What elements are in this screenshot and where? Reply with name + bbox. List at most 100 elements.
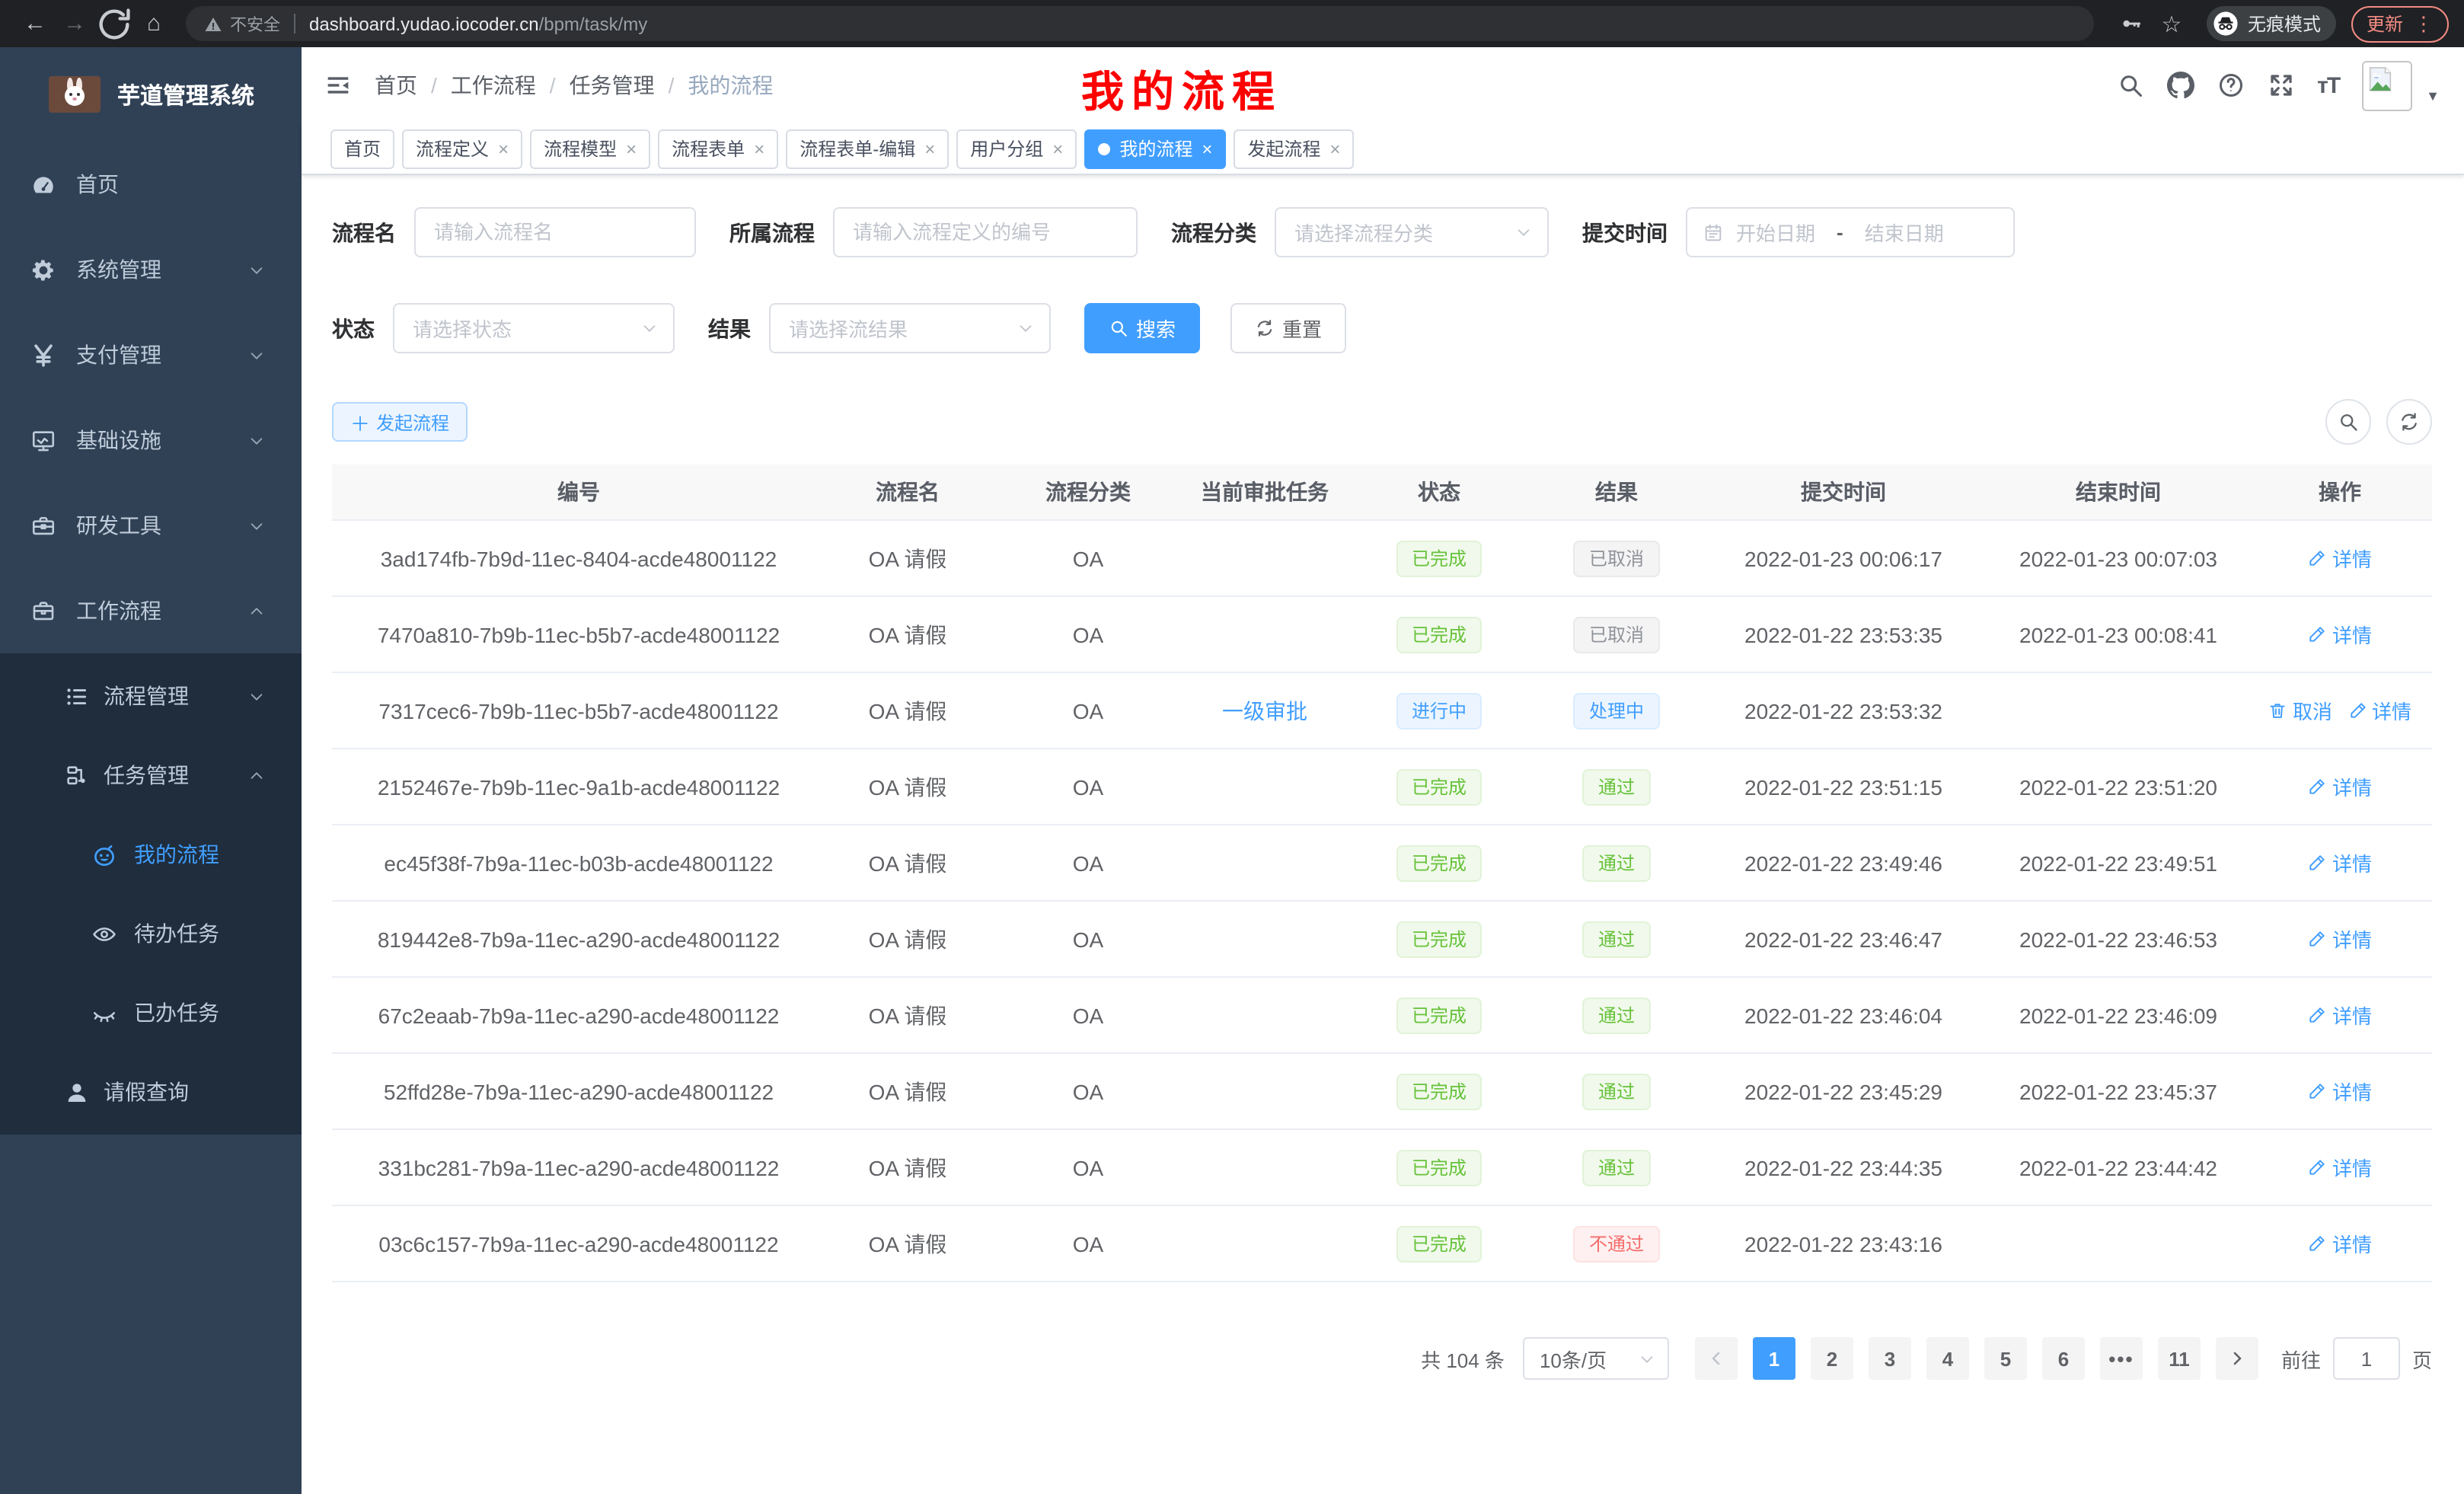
browser-toolbar: ← → ⌂ 不安全 dashboard.yudao.iocoder.cn/bpm…: [0, 0, 2464, 47]
sidebar-item[interactable]: 首页: [0, 142, 302, 227]
cell-category: OA: [990, 698, 1186, 723]
cell-category: OA: [990, 1155, 1186, 1180]
category-select[interactable]: 请选择流程分类: [1275, 207, 1549, 257]
sidebar-item[interactable]: 待办任务: [0, 894, 302, 973]
page-button-5[interactable]: 5: [1984, 1337, 2027, 1380]
close-icon[interactable]: ×: [924, 138, 935, 159]
sidebar-item[interactable]: 我的流程: [0, 815, 302, 894]
page-button-3[interactable]: 3: [1869, 1337, 1911, 1380]
caret-down-icon[interactable]: ▼: [2426, 88, 2440, 104]
cancel-action[interactable]: 取消: [2268, 696, 2332, 725]
page-button-11[interactable]: 11: [2158, 1337, 2201, 1380]
forward-icon[interactable]: →: [55, 4, 94, 43]
next-page-button[interactable]: [2216, 1337, 2258, 1380]
sidebar-item[interactable]: 系统管理: [0, 227, 302, 312]
tab-流程表单-编辑[interactable]: 流程表单-编辑 ×: [786, 129, 949, 168]
bookmark-star-icon[interactable]: ☆: [2152, 4, 2191, 43]
table-tools: [2325, 399, 2432, 445]
breadcrumb-item[interactable]: 首页: [375, 70, 417, 101]
tab-首页[interactable]: 首页: [330, 129, 394, 168]
detail-action[interactable]: 详情: [2308, 620, 2372, 649]
sidebar-item[interactable]: 支付管理: [0, 312, 302, 397]
update-button[interactable]: 更新 ⋮: [2351, 5, 2449, 42]
collapse-sidebar-icon[interactable]: [324, 73, 352, 97]
close-icon[interactable]: ×: [1202, 138, 1212, 159]
not-secure-badge[interactable]: 不安全: [204, 11, 280, 36]
reset-button[interactable]: 重置: [1230, 303, 1346, 353]
tab-发起流程[interactable]: 发起流程 ×: [1234, 129, 1354, 168]
page-button-4[interactable]: 4: [1926, 1337, 1969, 1380]
search-button[interactable]: 搜索: [1084, 303, 1200, 353]
action-label: 详情: [2332, 848, 2372, 877]
home-icon[interactable]: ⌂: [134, 4, 174, 43]
back-icon[interactable]: ←: [15, 4, 55, 43]
font-size-icon[interactable]: тT: [2317, 72, 2339, 98]
page-size-select[interactable]: 10条/页: [1523, 1337, 1669, 1380]
cell-id: 819442e8-7b9a-11ec-a290-acde48001122: [332, 927, 825, 951]
app-logo[interactable]: 芋道管理系统: [0, 47, 302, 142]
column-header: 提交时间: [1698, 477, 1989, 507]
detail-action[interactable]: 详情: [2308, 1153, 2372, 1182]
show-search-button[interactable]: [2325, 399, 2371, 445]
detail-action[interactable]: 详情: [2308, 1229, 2372, 1258]
page-button-6[interactable]: 6: [2042, 1337, 2085, 1380]
edit-icon: [2308, 1081, 2328, 1101]
process-def-input[interactable]: [833, 207, 1138, 257]
close-icon[interactable]: ×: [754, 138, 764, 159]
tab-用户分组[interactable]: 用户分组 ×: [956, 129, 1077, 168]
breadcrumb-item[interactable]: 工作流程: [451, 70, 536, 101]
cell-id: 03c6c157-7b9a-11ec-a290-acde48001122: [332, 1231, 825, 1256]
date-range-picker[interactable]: 开始日期 - 结束日期: [1686, 207, 2015, 257]
detail-action[interactable]: 详情: [2308, 848, 2372, 877]
detail-action[interactable]: 详情: [2348, 696, 2411, 725]
page-button-2[interactable]: 2: [1811, 1337, 1853, 1380]
detail-action[interactable]: 详情: [2308, 1077, 2372, 1106]
browser-menu-icon[interactable]: ⋮: [2414, 11, 2434, 36]
prev-page-button[interactable]: [1695, 1337, 1738, 1380]
address-bar[interactable]: 不安全 dashboard.yudao.iocoder.cn/bpm/task/…: [186, 6, 2094, 41]
pagination: 共 104 条 10条/页 123456•••11 前往 页: [332, 1337, 2432, 1380]
reload-icon[interactable]: [94, 4, 134, 43]
close-icon[interactable]: ×: [1052, 138, 1063, 159]
sidebar-item[interactable]: 研发工具: [0, 483, 302, 568]
dashboard-icon: [30, 171, 56, 197]
refresh-table-button[interactable]: [2386, 399, 2432, 445]
tab-流程模型[interactable]: 流程模型 ×: [530, 129, 650, 168]
detail-action[interactable]: 详情: [2308, 544, 2372, 573]
more-pages-button[interactable]: •••: [2100, 1337, 2143, 1380]
close-icon[interactable]: ×: [1329, 138, 1340, 159]
cell-current-task[interactable]: 一级审批: [1186, 695, 1343, 726]
sidebar-item[interactable]: 工作流程: [0, 568, 302, 653]
create-process-button[interactable]: ＋ 发起流程: [332, 402, 468, 442]
goto-page-input[interactable]: [2333, 1337, 2400, 1380]
sidebar-item[interactable]: 流程管理: [0, 656, 302, 736]
key-icon[interactable]: [2112, 4, 2152, 43]
sidebar-item[interactable]: 任务管理: [0, 736, 302, 815]
fullscreen-icon[interactable]: [2267, 72, 2294, 99]
detail-action[interactable]: 详情: [2308, 924, 2372, 953]
result-select[interactable]: 请选择流结果: [769, 303, 1051, 353]
github-icon[interactable]: [2166, 72, 2194, 99]
tab-label: 流程表单-编辑: [800, 136, 915, 161]
sidebar-item[interactable]: 基础设施: [0, 397, 302, 483]
detail-action[interactable]: 详情: [2308, 772, 2372, 801]
status-select[interactable]: 请选择状态: [393, 303, 675, 353]
tab-流程定义[interactable]: 流程定义 ×: [402, 129, 522, 168]
process-name-input[interactable]: [414, 207, 696, 257]
search-icon[interactable]: [2116, 72, 2143, 99]
tab-流程表单[interactable]: 流程表单 ×: [658, 129, 778, 168]
process-def-input-field[interactable]: [835, 221, 1136, 244]
process-name-input-field[interactable]: [416, 221, 694, 244]
sidebar-item[interactable]: 请假查询: [0, 1052, 302, 1132]
breadcrumb-item[interactable]: 任务管理: [570, 70, 655, 101]
avatar[interactable]: [2362, 60, 2412, 110]
close-icon[interactable]: ×: [626, 138, 637, 159]
tab-我的流程[interactable]: 我的流程 ×: [1084, 129, 1226, 168]
detail-action[interactable]: 详情: [2308, 1001, 2372, 1030]
close-icon[interactable]: ×: [498, 138, 509, 159]
help-icon[interactable]: [2217, 72, 2244, 99]
page-button-1[interactable]: 1: [1753, 1337, 1795, 1380]
sidebar-item-label: 待办任务: [134, 918, 219, 949]
sidebar-item[interactable]: 已办任务: [0, 973, 302, 1052]
field-label: 流程分类: [1171, 217, 1256, 247]
